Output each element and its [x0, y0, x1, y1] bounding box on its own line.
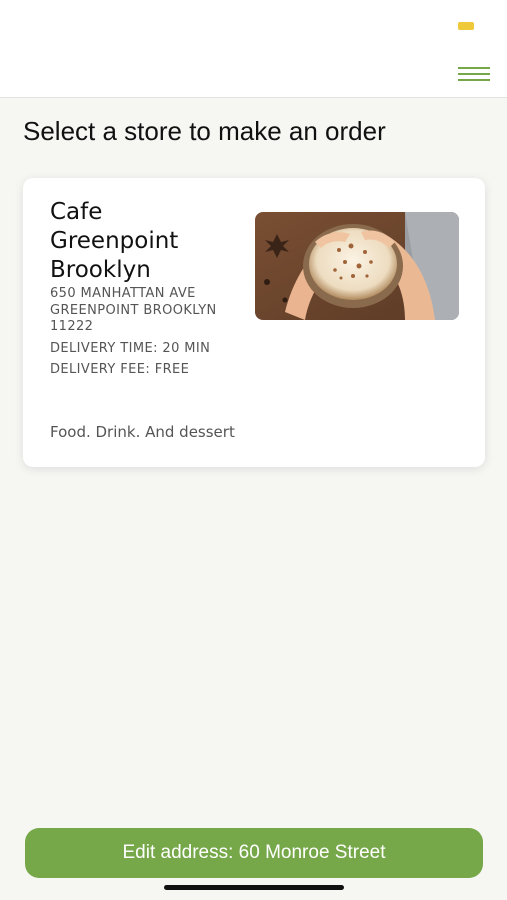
store-name: Cafe Greenpoint Brooklyn	[50, 199, 179, 283]
store-tagline: Food. Drink. And dessert	[50, 423, 235, 441]
top-bar	[0, 0, 507, 98]
edit-address-button[interactable]: Edit address: 60 Monroe Street	[25, 828, 483, 878]
delivery-time: DELIVERY TIME: 20 MIN	[50, 341, 211, 356]
battery-icon	[458, 22, 474, 30]
delivery-fee: DELIVERY FEE: FREE	[50, 362, 190, 377]
page-title: Select a store to make an order	[23, 116, 386, 146]
store-image	[255, 212, 459, 320]
store-card[interactable]: Cafe Greenpoint Brooklyn 650 MANHATTAN A…	[23, 178, 485, 467]
home-indicator	[164, 885, 344, 890]
store-address: 650 MANHATTAN AVE GREENPOINT BROOKLYN 11…	[50, 286, 217, 334]
hamburger-menu-icon[interactable]	[454, 62, 494, 88]
